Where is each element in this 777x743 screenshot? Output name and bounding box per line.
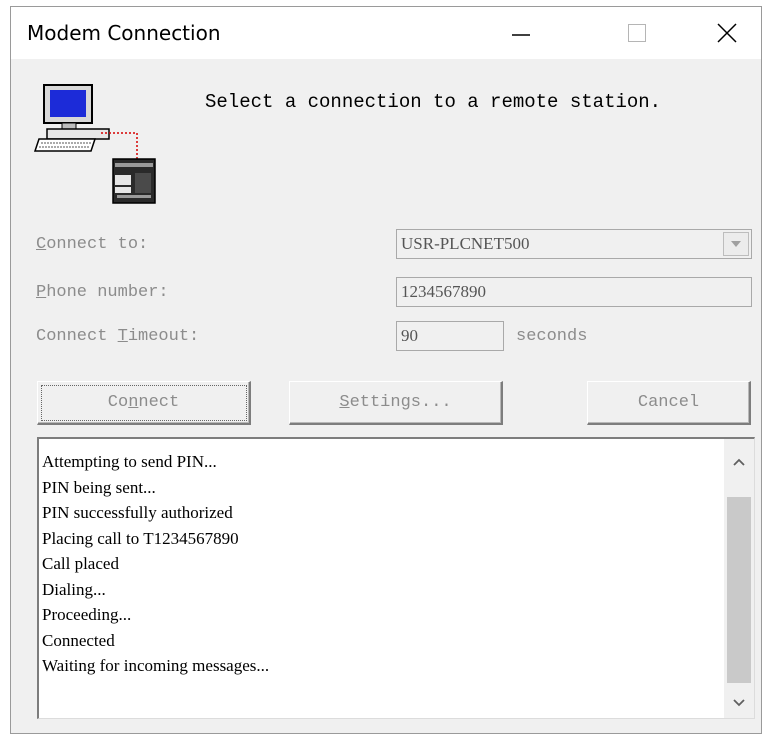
log-line: PIN being sent... bbox=[42, 477, 156, 497]
log-line: Attempting to send PIN... bbox=[42, 452, 217, 471]
connect-button-label-end: nect bbox=[138, 393, 180, 412]
scroll-down-button[interactable] bbox=[724, 688, 754, 718]
connect-button-access-key: n bbox=[128, 393, 139, 412]
computer-plc-connection-icon bbox=[33, 84, 156, 204]
connect-to-label: Connect to: bbox=[36, 235, 148, 254]
connect-to-value: USR-PLCNET500 bbox=[401, 234, 530, 253]
status-log[interactable]: Attempting to send PIN... PIN being sent… bbox=[37, 437, 755, 719]
settings-button[interactable]: Settings... bbox=[289, 381, 503, 425]
log-line: Connected bbox=[42, 630, 115, 650]
chevron-down-icon bbox=[733, 699, 745, 707]
log-line: PIN successfully authorized bbox=[42, 503, 233, 522]
connect-to-label-text: onnect to: bbox=[46, 235, 149, 254]
connect-button-label-start: Co bbox=[107, 393, 129, 412]
dropdown-button[interactable] bbox=[723, 232, 749, 256]
phone-number-label-text: hone number: bbox=[46, 283, 169, 302]
log-text: Attempting to send PIN... PIN being sent… bbox=[42, 449, 269, 679]
log-line: Call placed bbox=[42, 554, 119, 573]
title-bar: Modem Connection bbox=[11, 7, 761, 59]
log-line: Waiting for incoming messages... bbox=[42, 656, 270, 675]
connect-button[interactable]: Co n nect bbox=[37, 381, 251, 425]
phone-number-field[interactable]: 1234567890 bbox=[396, 277, 752, 307]
log-line: Placing call to T1234567890 bbox=[42, 528, 239, 548]
prompt-text: Select a connection to a remote station. bbox=[205, 91, 662, 113]
scroll-up-button[interactable] bbox=[724, 447, 754, 477]
close-icon bbox=[717, 23, 737, 43]
scroll-thumb[interactable] bbox=[727, 497, 751, 683]
modem-connection-dialog: Modem Connection Select a connection to … bbox=[10, 6, 762, 734]
timeout-field[interactable]: 90 bbox=[396, 321, 504, 351]
connect-timeout-label-access-key: T bbox=[117, 327, 128, 346]
phone-number-label: Phone number: bbox=[36, 283, 169, 302]
log-line: Proceeding... bbox=[42, 605, 132, 624]
cancel-button-label: Cancel bbox=[637, 393, 700, 412]
maximize-button[interactable] bbox=[601, 7, 673, 59]
cancel-button[interactable]: Cancel bbox=[587, 381, 751, 425]
phone-number-label-access-key: P bbox=[36, 283, 47, 302]
connect-to-label-access-key: C bbox=[36, 235, 47, 254]
chevron-down-icon bbox=[731, 241, 741, 247]
maximize-icon bbox=[628, 24, 646, 42]
log-line: Dialing... bbox=[42, 579, 106, 599]
timeout-value: 90 bbox=[401, 326, 418, 345]
connect-to-dropdown[interactable]: USR-PLCNET500 bbox=[396, 229, 752, 259]
minimize-button[interactable] bbox=[485, 7, 557, 59]
phone-number-value: 1234567890 bbox=[401, 282, 486, 301]
connect-timeout-label-text: imeout: bbox=[127, 327, 200, 346]
chevron-up-icon bbox=[733, 458, 745, 466]
settings-button-label-end: ettings... bbox=[349, 393, 452, 412]
window-title: Modem Connection bbox=[27, 21, 221, 45]
minimize-icon bbox=[512, 34, 530, 36]
vertical-scrollbar[interactable] bbox=[724, 439, 754, 718]
connect-timeout-label-prefix: Connect bbox=[36, 327, 118, 346]
settings-button-access-key: S bbox=[339, 393, 350, 412]
connect-timeout-label: Connect Timeout: bbox=[36, 327, 199, 346]
timeout-unit: seconds bbox=[516, 327, 588, 346]
close-button[interactable] bbox=[691, 7, 763, 59]
